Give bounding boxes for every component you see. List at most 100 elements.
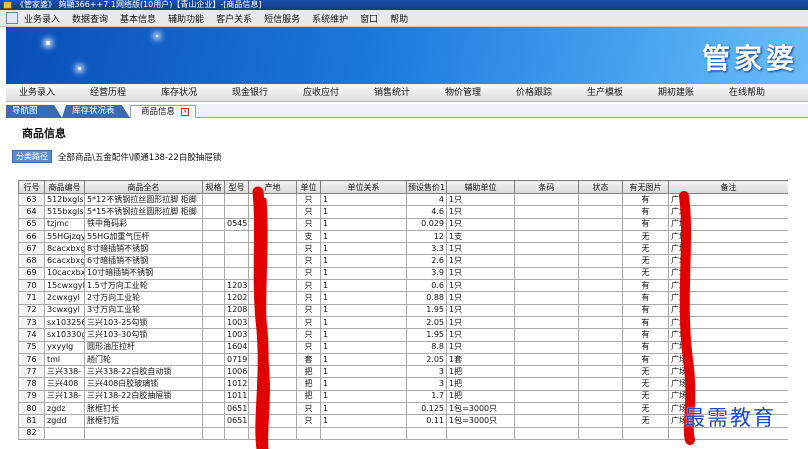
cell-unit-relation: 1 [320, 303, 407, 317]
tab-stock-status-table[interactable]: 库存状况表 [62, 105, 130, 118]
module-receivables[interactable]: 应收应付 [290, 84, 352, 101]
cell-status [578, 315, 623, 330]
module-price-tracking[interactable]: 价格跟踪 [503, 84, 565, 101]
cell-unit-relation: 1 [320, 217, 407, 231]
cell-product-name: 5*15不锈钢拉丝圆形拉脚 柜脚 [84, 205, 203, 219]
column-header-origin[interactable]: 产地 [248, 180, 297, 194]
cell-preset-price [406, 426, 447, 440]
cell-product-name: 1.5寸万向工业轮 [84, 279, 203, 293]
module-business-entry[interactable]: 业务录入 [6, 84, 68, 101]
table-row[interactable]: 76 tml 趟门轮 0719 套 1 2.05 1套 有广场 [18, 352, 788, 367]
table-row[interactable]: 79 三兴138- 三兴138-22白胶抽屉锁 1011 把 1 1.7 1把 无广场 [18, 389, 788, 404]
menu-window[interactable]: 窗口 [360, 12, 378, 25]
table-header-row: 行号 商品编号 商品全名 规格 型号 产地 单位 单位关系 预设售价1 辅助单位 条码 状态 有无图片备… [18, 180, 788, 194]
cell-unit: 只 [296, 242, 321, 256]
table-row[interactable]: 69 10cacxbx 10寸暗插销不锈钢 只 1 3.9 1只 无广场 [18, 266, 788, 281]
cell-remark: 广场 [668, 291, 788, 305]
module-online-help[interactable]: 在线帮助 [716, 84, 778, 101]
menu-basic-info[interactable]: 基本信息 [120, 12, 156, 25]
cell-row-number: 68 [18, 254, 45, 268]
cell-preset-price: 3 [406, 377, 447, 391]
table-row[interactable]: 77 三兴338- 三兴338-22白胶自动锁 1006 把 1 3 1把 无广场 [18, 365, 788, 379]
module-stock-status[interactable]: 库存状况 [148, 84, 210, 101]
table-row[interactable]: 70 15cwxgyl 1.5寸万向工业轮 1203 只 1 0.6 1只 有广场 [18, 279, 788, 293]
table-row[interactable]: 73 sx103256 三兴103-25勾锁 1003 只 1 2.05 1只 有广场 [18, 315, 788, 330]
table-row[interactable]: 74 sx10330g 三兴103-30勾锁 1003 只 1 1.95 1只 有广场 [18, 328, 788, 342]
module-cash-bank[interactable]: 现金银行 [219, 84, 281, 101]
table-row[interactable]: 66 55HGjzqy 55HG加重气压杆 支 1 12 1支 无广场 [18, 229, 788, 244]
table-row[interactable]: 78 三兴408 三兴408白胶玻璃锁 1012 把 1 3 1把 无广场 [18, 377, 788, 391]
cell-spec [202, 426, 225, 440]
cell-origin [248, 242, 297, 256]
cell-unit [296, 426, 321, 440]
column-header-remark[interactable]: 备注 [668, 180, 788, 194]
header-banner: 管家婆 [6, 27, 808, 84]
cell-model [224, 254, 249, 268]
column-header-preset-price[interactable]: 预设售价1 [406, 180, 447, 194]
category-path-button[interactable]: 分类路径 [12, 150, 52, 163]
menu-help[interactable]: 帮助 [390, 12, 408, 25]
module-sales-stats[interactable]: 销售统计 [361, 84, 423, 101]
column-header-row-number[interactable]: 行号 [18, 180, 45, 194]
table-row[interactable]: 64 515bxgls 5*15不锈钢拉丝圆形拉脚 柜脚 只 1 4.6 1只 有广场 [18, 205, 788, 219]
table-row[interactable]: 71 2cwxgyl 2寸万向工业轮 1202 只 1 0.88 1只 有广场 [18, 291, 788, 305]
cell-preset-price: 4.6 [406, 205, 447, 219]
column-header-unit-relation[interactable]: 单位关系 [320, 180, 407, 194]
menu-sms-service[interactable]: 短信服务 [264, 12, 300, 25]
table-row[interactable]: 82 [18, 426, 788, 440]
table-row[interactable]: 72 3cwxgyl 3寸万向工业轮 1208 只 1 1.95 1只 有广场 [18, 303, 788, 317]
menu-data-query[interactable]: 数据查询 [72, 12, 108, 25]
cell-origin [248, 377, 297, 391]
cell-product-name: 铁中角码彩 [84, 217, 203, 231]
tab-navigation-map[interactable]: 导航图 [6, 105, 62, 118]
column-header-product-code[interactable]: 商品编号 [44, 180, 85, 194]
column-header-product-name[interactable]: 商品全名 [84, 180, 203, 194]
column-header-unit[interactable]: 单位 [296, 180, 321, 194]
cell-remark: 广场 [668, 340, 788, 354]
product-grid[interactable]: 行号 商品编号 商品全名 规格 型号 产地 单位 单位关系 预设售价1 辅助单位 条码 状态 有无图片备… [18, 180, 788, 449]
cell-remark: 广场 [668, 352, 788, 367]
menu-aux-functions[interactable]: 辅助功能 [168, 12, 204, 25]
menu-customer-relations[interactable]: 客户关系 [216, 12, 252, 25]
cell-origin [248, 229, 297, 244]
module-price-management[interactable]: 物价管理 [432, 84, 494, 101]
cell-unit: 只 [296, 192, 321, 207]
cell-barcode [514, 340, 579, 354]
cell-remark: 广场 [668, 266, 788, 281]
cell-spec [202, 279, 225, 293]
cell-remark: 广场 [668, 365, 788, 379]
cell-origin [248, 266, 297, 281]
cell-remark: 广场 [668, 242, 788, 256]
module-opening-accounts[interactable]: 期初建账 [645, 84, 707, 101]
table-row[interactable]: 81 zgdd 胀框钉短 0651 只 1 0.11 1包=3000只无广场 [18, 414, 788, 428]
column-header-barcode[interactable]: 条码 [514, 180, 579, 194]
column-header-aux-unit[interactable]: 辅助单位 [446, 180, 515, 194]
cell-preset-price: 0.125 [406, 402, 447, 416]
cell-has-image: 有 [622, 315, 669, 330]
close-tab-icon[interactable]: × [181, 108, 189, 116]
tab-product-info[interactable]: 商品信息 × [130, 105, 196, 118]
cell-spec [202, 229, 225, 244]
cell-row-number: 76 [18, 352, 45, 367]
cell-has-image: 无 [622, 242, 669, 256]
table-row[interactable]: 65 tzjmc 铁中角码彩 0545 只 1 0.029 1只 有广场 [18, 217, 788, 231]
module-business-history[interactable]: 经营历程 [77, 84, 139, 101]
cell-preset-price: 3.9 [406, 266, 447, 281]
table-row[interactable]: 80 zgdz 胀框钉长 0651 只 1 0.125 1包=3000只无广场 [18, 402, 788, 416]
column-header-has-image[interactable]: 有无图片 [622, 180, 669, 194]
table-row[interactable]: 63 512bxgls 5*12不锈钢拉丝圆形拉脚 柜脚 只 1 4 1只 有广场 [18, 192, 788, 207]
table-row[interactable]: 75 yxyylg 圆形油压拉杆 1604 只 1 8.8 1只 有广场 [18, 340, 788, 354]
cell-barcode [514, 315, 579, 330]
column-header-spec[interactable]: 规格 [202, 180, 225, 194]
module-production-template[interactable]: 生产模板 [574, 84, 636, 101]
cell-unit-relation: 1 [320, 328, 407, 342]
menu-system-maintenance[interactable]: 系统维护 [312, 12, 348, 25]
cell-row-number: 67 [18, 242, 45, 256]
cell-model: 1003 [224, 328, 249, 342]
table-row[interactable]: 68 6cacxbxg 6寸暗插销不锈钢 只 1 2.6 1只 无广场 [18, 254, 788, 268]
column-header-model[interactable]: 型号 [224, 180, 249, 194]
cell-preset-price: 2.05 [406, 352, 447, 367]
column-header-status[interactable]: 状态 [578, 180, 623, 194]
table-row[interactable]: 67 8cacxbxg 8寸暗插销不锈钢 只 1 3.3 1只 无广场 [18, 242, 788, 256]
menu-business-entry[interactable]: 业务录入 [24, 12, 60, 25]
